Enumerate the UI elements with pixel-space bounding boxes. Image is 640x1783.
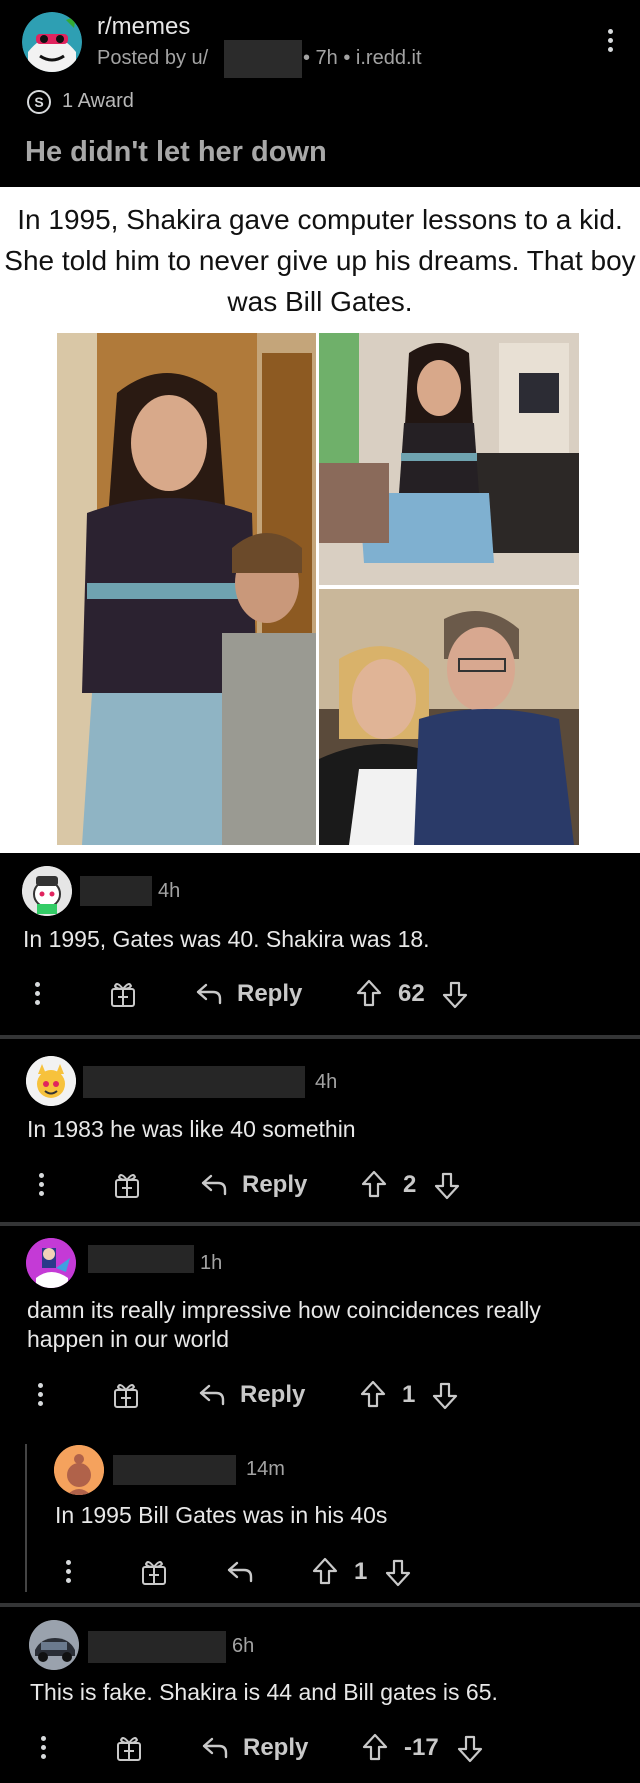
reply-button[interactable]: Reply [237,980,302,1008]
subreddit-avatar-icon[interactable] [22,12,82,72]
vote-score: 2 [403,1171,417,1198]
give-award-icon[interactable] [116,1734,142,1762]
more-options-icon[interactable] [608,29,614,56]
comment-time: 6h [232,1635,255,1657]
comment-divider [0,1222,640,1226]
post-title[interactable]: He didn't let her down [25,136,327,169]
post-time-domain: • 7h • i.redd.it [303,47,422,69]
redacted-username [88,1631,226,1663]
svg-text:S: S [34,94,43,110]
posted-by-label: Posted by u/ [97,47,209,69]
upvote-icon[interactable] [356,979,382,1007]
more-options-icon[interactable] [38,1383,44,1410]
comment-divider [0,1603,640,1607]
more-options-icon[interactable] [39,1173,45,1200]
downvote-icon[interactable] [442,981,468,1009]
subreddit-name[interactable]: r/memes [97,13,190,41]
comment-time: 14m [246,1458,285,1480]
commenter-avatar-icon[interactable] [26,1056,76,1106]
give-award-icon[interactable] [113,1381,139,1409]
reply-button[interactable]: Reply [243,1734,308,1762]
comment-body: In 1995, Gates was 40. Shakira was 18. [23,926,430,952]
reply-button[interactable]: Reply [242,1171,307,1199]
downvote-icon[interactable] [385,1559,411,1587]
award-count[interactable]: 1 Award [62,90,134,113]
give-award-icon[interactable] [141,1558,167,1586]
upvote-icon[interactable] [361,1170,387,1198]
vote-score: 1 [402,1381,416,1408]
redacted-username [80,876,152,906]
comment-body: damn its really impressive how coinciden… [27,1297,541,1352]
redacted-username [224,40,302,78]
give-award-icon[interactable] [114,1171,140,1199]
commenter-avatar-icon[interactable] [54,1445,104,1495]
reply-arrow-icon[interactable] [200,1173,228,1197]
comment-body: In 1983 he was like 40 somethin [27,1116,356,1142]
vote-score: 1 [354,1558,368,1585]
downvote-icon[interactable] [432,1382,458,1410]
upvote-icon[interactable] [312,1557,338,1585]
photo-shakira-at-computer [319,333,579,585]
upvote-icon[interactable] [362,1733,388,1761]
downvote-icon[interactable] [434,1172,460,1200]
downvote-icon[interactable] [457,1735,483,1763]
reply-arrow-icon[interactable] [198,1383,226,1407]
comment-divider [0,1035,640,1039]
more-options-icon[interactable] [41,1736,47,1763]
redacted-username [83,1066,305,1098]
comment-body: In 1995 Bill Gates was in his 40s [55,1502,388,1528]
photo-shakira-with-kid [57,333,316,845]
more-options-icon[interactable] [35,982,41,1009]
award-icon: S [27,90,51,119]
commenter-avatar-icon[interactable] [22,866,72,916]
comment-time: 1h [200,1252,223,1274]
commenter-avatar-icon[interactable] [29,1620,79,1670]
reply-button[interactable]: Reply [240,1381,305,1409]
comment-time: 4h [158,880,181,902]
vote-score: 62 [398,980,425,1007]
comment-time: 4h [315,1071,338,1093]
post-image[interactable]: In 1995, Shakira gave computer lessons t… [0,187,640,853]
meme-caption: In 1995, Shakira gave computer lessons t… [4,204,636,317]
redacted-username [88,1245,194,1273]
thread-line [25,1444,27,1592]
photo-shakira-with-bill-gates [319,589,579,845]
upvote-icon[interactable] [360,1380,386,1408]
more-options-icon[interactable] [66,1560,72,1587]
redacted-username [113,1455,236,1485]
give-award-icon[interactable] [110,980,136,1008]
reply-arrow-icon[interactable] [195,982,223,1006]
comment-body: This is fake. Shakira is 44 and Bill gat… [30,1679,498,1705]
vote-score: -17 [404,1734,439,1761]
reply-arrow-icon[interactable] [226,1560,254,1584]
commenter-avatar-icon[interactable] [26,1238,76,1288]
reply-arrow-icon[interactable] [201,1736,229,1760]
